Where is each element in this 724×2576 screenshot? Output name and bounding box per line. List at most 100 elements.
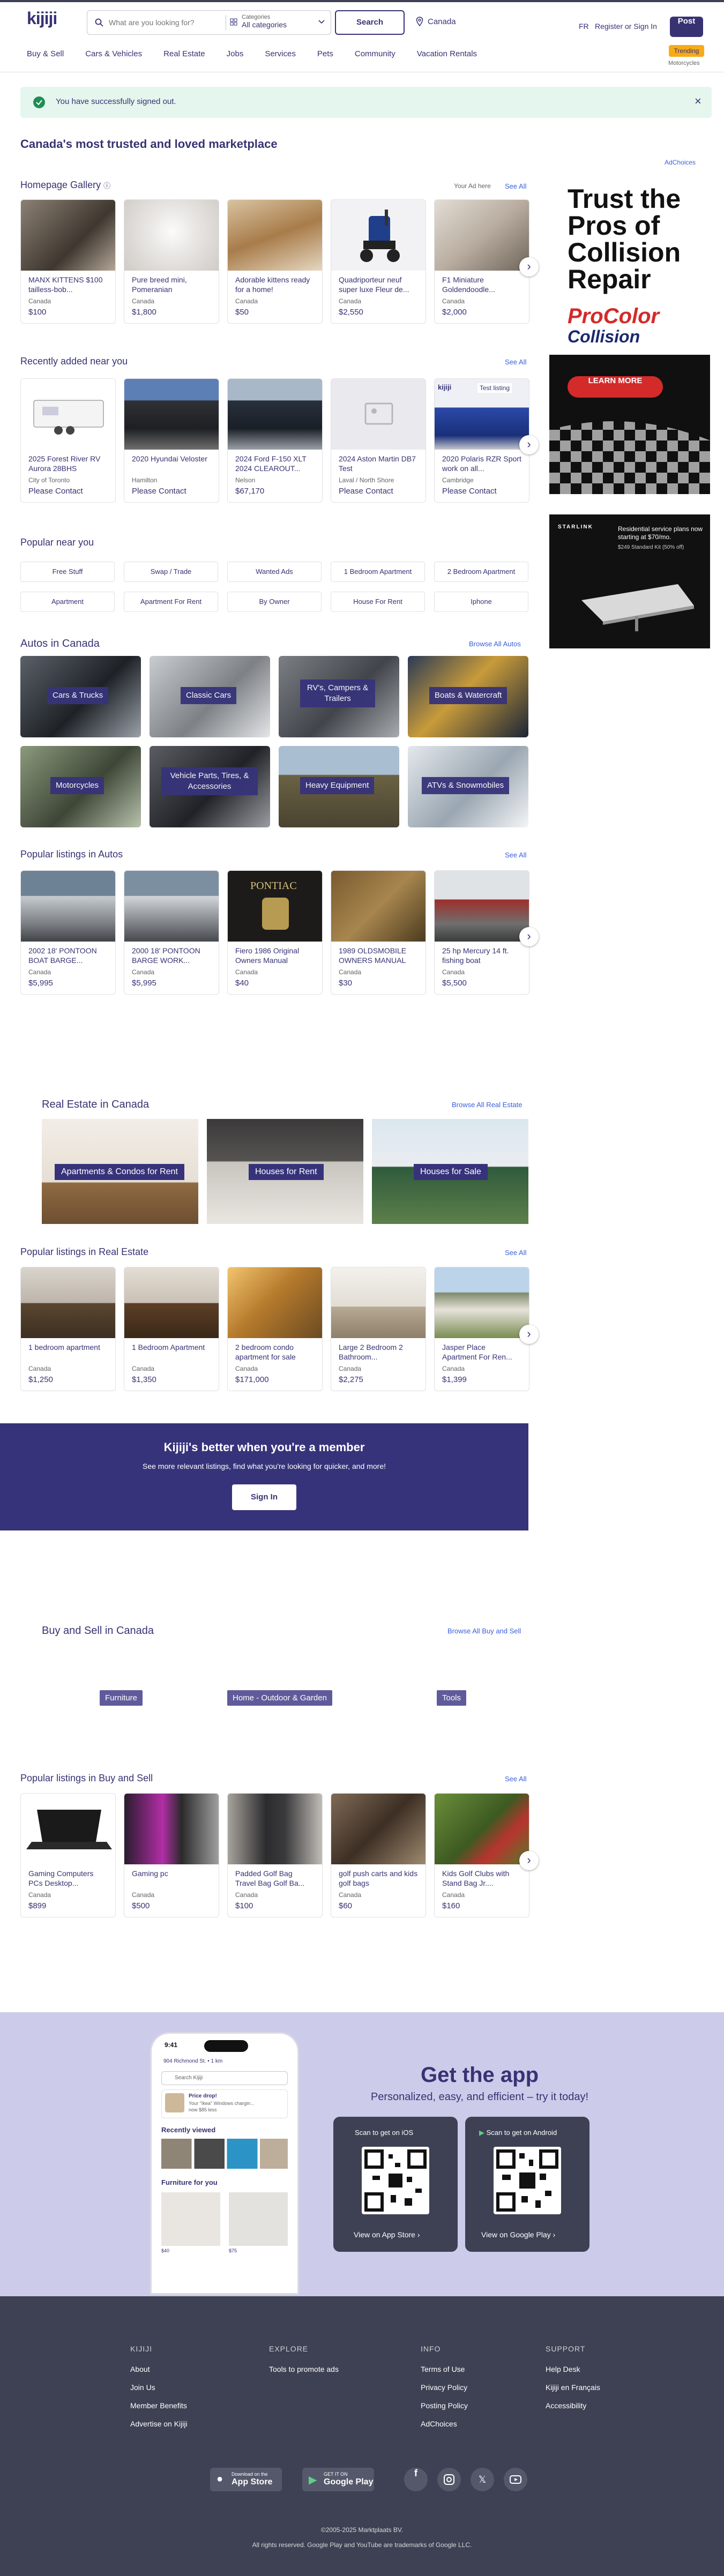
- autos-see-all[interactable]: See All: [505, 851, 526, 859]
- starlink-ad[interactable]: STARLINK Residential service plans now s…: [549, 514, 710, 648]
- footer-link[interactable]: Kijiji en Français: [546, 2383, 600, 2392]
- popular-chip[interactable]: Apartment: [20, 592, 115, 612]
- gallery-card[interactable]: Quadriporteur neuf super luxe Fleur de..…: [331, 199, 426, 324]
- re-card[interactable]: 1 bedroom apartment Canada $1,250: [20, 1267, 116, 1391]
- autos-card[interactable]: 2000 18' PONTOON BARGE WORK... Canada $5…: [124, 870, 219, 995]
- footer-link[interactable]: Posting Policy: [421, 2401, 468, 2410]
- re-see-all[interactable]: See All: [505, 1249, 526, 1257]
- app-store-button[interactable]: ● Download on the App Store: [210, 2468, 282, 2491]
- browse-all-buysell[interactable]: Browse All Buy and Sell: [447, 1627, 521, 1635]
- realestate-tile-apartments[interactable]: Apartments & Condos for Rent: [42, 1119, 198, 1224]
- popular-chip[interactable]: 1 Bedroom Apartment: [331, 562, 425, 582]
- bs-card[interactable]: Gaming pc Canada $500: [124, 1793, 219, 1917]
- footer-link[interactable]: About: [130, 2365, 150, 2373]
- recent-next-arrow[interactable]: ›: [519, 435, 539, 454]
- footer-link[interactable]: AdChoices: [421, 2420, 457, 2428]
- your-ad-here[interactable]: Your Ad here: [454, 182, 491, 190]
- recent-card[interactable]: 2024 Ford F-150 XLT 2024 CLEAROUT... Nel…: [227, 378, 323, 503]
- gallery-next-arrow[interactable]: ›: [519, 257, 539, 277]
- popular-chip[interactable]: Apartment For Rent: [124, 592, 218, 612]
- nav-real-estate[interactable]: Real Estate: [163, 49, 205, 58]
- browse-all-autos[interactable]: Browse All Autos: [469, 640, 521, 648]
- close-icon[interactable]: ×: [695, 94, 701, 108]
- ios-view-link[interactable]: View on App Store ›: [354, 2230, 420, 2239]
- autos-tile-rvs[interactable]: RV's, Campers & Trailers: [279, 656, 399, 737]
- autos-tile-classic-cars[interactable]: Classic Cars: [150, 656, 270, 737]
- footer-link[interactable]: Accessibility: [546, 2401, 586, 2410]
- register-signin-link[interactable]: Register or Sign In: [595, 22, 657, 31]
- gallery-card[interactable]: Adorable kittens ready for a home! Canad…: [227, 199, 323, 324]
- autos-tile-atvs[interactable]: ATVs & Snowmobiles: [408, 746, 528, 827]
- info-icon[interactable]: ⓘ: [103, 182, 110, 190]
- buysell-tile-tools[interactable]: Tools: [437, 1690, 467, 1706]
- autos-tile-heavy-equipment[interactable]: Heavy Equipment: [279, 746, 399, 827]
- bs-card[interactable]: Gaming Computers PCs Desktop... Canada $…: [20, 1793, 116, 1917]
- member-signin-button[interactable]: Sign In: [232, 1484, 296, 1510]
- collision-repair-ad[interactable]: Trust the Pros of Collision Repair ProColor…: [549, 173, 710, 494]
- autos-tile-parts[interactable]: Vehicle Parts, Tires, & Accessories: [150, 746, 270, 827]
- recent-card[interactable]: 2024 Aston Martin DB7 Test Laval / North…: [331, 378, 426, 503]
- re-card[interactable]: 1 Bedroom Apartment Canada $1,350: [124, 1267, 219, 1391]
- bs-card[interactable]: golf push carts and kids golf bags Canad…: [331, 1793, 426, 1917]
- gallery-see-all[interactable]: See All: [505, 182, 526, 190]
- popular-chip[interactable]: 2 Bedroom Apartment: [434, 562, 528, 582]
- nav-vacation-rentals[interactable]: Vacation Rentals: [417, 49, 477, 58]
- re-card[interactable]: 2 bedroom condo apartment for sale Canad…: [227, 1267, 323, 1391]
- browse-all-realestate[interactable]: Browse All Real Estate: [452, 1101, 523, 1109]
- instagram-icon[interactable]: [437, 2468, 461, 2491]
- language-toggle[interactable]: FR: [579, 22, 589, 31]
- footer-link[interactable]: Privacy Policy: [421, 2383, 467, 2392]
- recent-card[interactable]: 2020 Hyundai Veloster Hamilton Please Co…: [124, 378, 219, 503]
- nav-community[interactable]: Community: [355, 49, 395, 58]
- footer-link[interactable]: Help Desk: [546, 2365, 580, 2373]
- recent-see-all[interactable]: See All: [505, 358, 526, 366]
- bs-card[interactable]: Kids Golf Clubs with Stand Bag Jr.... Ca…: [434, 1793, 529, 1917]
- popular-chip[interactable]: Swap / Trade: [124, 562, 218, 582]
- autos-next-arrow[interactable]: ›: [519, 927, 539, 946]
- nav-buy-sell[interactable]: Buy & Sell: [27, 49, 64, 58]
- android-qr-card[interactable]: ▶ Scan to get on Android View on Google …: [465, 2117, 589, 2252]
- re-card[interactable]: Jasper Place Apartment For Ren... Canada…: [434, 1267, 529, 1391]
- x-twitter-icon[interactable]: 𝕏: [471, 2468, 494, 2491]
- adchoices-link[interactable]: AdChoices: [665, 159, 696, 166]
- bs-next-arrow[interactable]: ›: [519, 1851, 539, 1870]
- ios-qr-card[interactable]: Scan to get on iOS View on App Store ›: [333, 2117, 458, 2252]
- footer-link[interactable]: Tools to promote ads: [269, 2365, 339, 2373]
- facebook-icon[interactable]: f: [404, 2468, 428, 2491]
- gallery-card[interactable]: Pure breed mini, Pomeranian Canada $1,80…: [124, 199, 219, 324]
- youtube-icon[interactable]: [504, 2468, 527, 2491]
- search-input[interactable]: [109, 17, 205, 28]
- autos-tile-motorcycles[interactable]: Motorcycles: [20, 746, 141, 827]
- buysell-tile-furniture[interactable]: Furniture: [100, 1690, 143, 1706]
- search-button[interactable]: Search: [335, 10, 405, 35]
- trending-subtitle[interactable]: Motorcycles: [668, 60, 700, 66]
- kijiji-logo[interactable]: kijiji: [27, 9, 57, 28]
- footer-link[interactable]: Advertise on Kijiji: [130, 2420, 188, 2428]
- post-ad-button[interactable]: Post: [670, 17, 703, 37]
- bs-see-all[interactable]: See All: [505, 1775, 526, 1783]
- realestate-tile-houses-sale[interactable]: Houses for Sale: [372, 1119, 528, 1224]
- realestate-tile-houses-rent[interactable]: Houses for Rent: [207, 1119, 363, 1224]
- autos-card[interactable]: 1989 OLDSMOBILE OWNERS MANUAL Canada $30: [331, 870, 426, 995]
- ad-learn-more-button[interactable]: LEARN MORE: [568, 376, 663, 398]
- popular-chip[interactable]: House For Rent: [331, 592, 425, 612]
- bs-card[interactable]: Padded Golf Bag Travel Bag Golf Ba... Ca…: [227, 1793, 323, 1917]
- autos-card[interactable]: 25 hp Mercury 14 ft. fishing boat Canada…: [434, 870, 529, 995]
- gallery-card[interactable]: MANX KITTENS $100 tailless-bob... Canada…: [20, 199, 116, 324]
- category-select[interactable]: Categories All categories: [242, 14, 287, 29]
- re-next-arrow[interactable]: ›: [519, 1325, 539, 1344]
- popular-chip[interactable]: Iphone: [434, 592, 528, 612]
- re-card[interactable]: Large 2 Bedroom 2 Bathroom... Canada $2,…: [331, 1267, 426, 1391]
- nav-cars-vehicles[interactable]: Cars & Vehicles: [85, 49, 142, 58]
- autos-card[interactable]: PONTIAC Fiero 1986 Original Owners Manua…: [227, 870, 323, 995]
- popular-chip[interactable]: Free Stuff: [20, 562, 115, 582]
- nav-pets[interactable]: Pets: [317, 49, 333, 58]
- autos-tile-cars-trucks[interactable]: Cars & Trucks: [20, 656, 141, 737]
- footer-link[interactable]: Terms of Use: [421, 2365, 465, 2373]
- recent-card[interactable]: kijiji Test listing 2020 Polaris RZR Spo…: [434, 378, 529, 503]
- location-selector[interactable]: Canada: [416, 17, 456, 26]
- popular-chip[interactable]: Wanted Ads: [227, 562, 322, 582]
- android-view-link[interactable]: View on Google Play ›: [481, 2230, 555, 2239]
- autos-tile-boats[interactable]: Boats & Watercraft: [408, 656, 528, 737]
- trending-badge[interactable]: Trending: [669, 45, 704, 57]
